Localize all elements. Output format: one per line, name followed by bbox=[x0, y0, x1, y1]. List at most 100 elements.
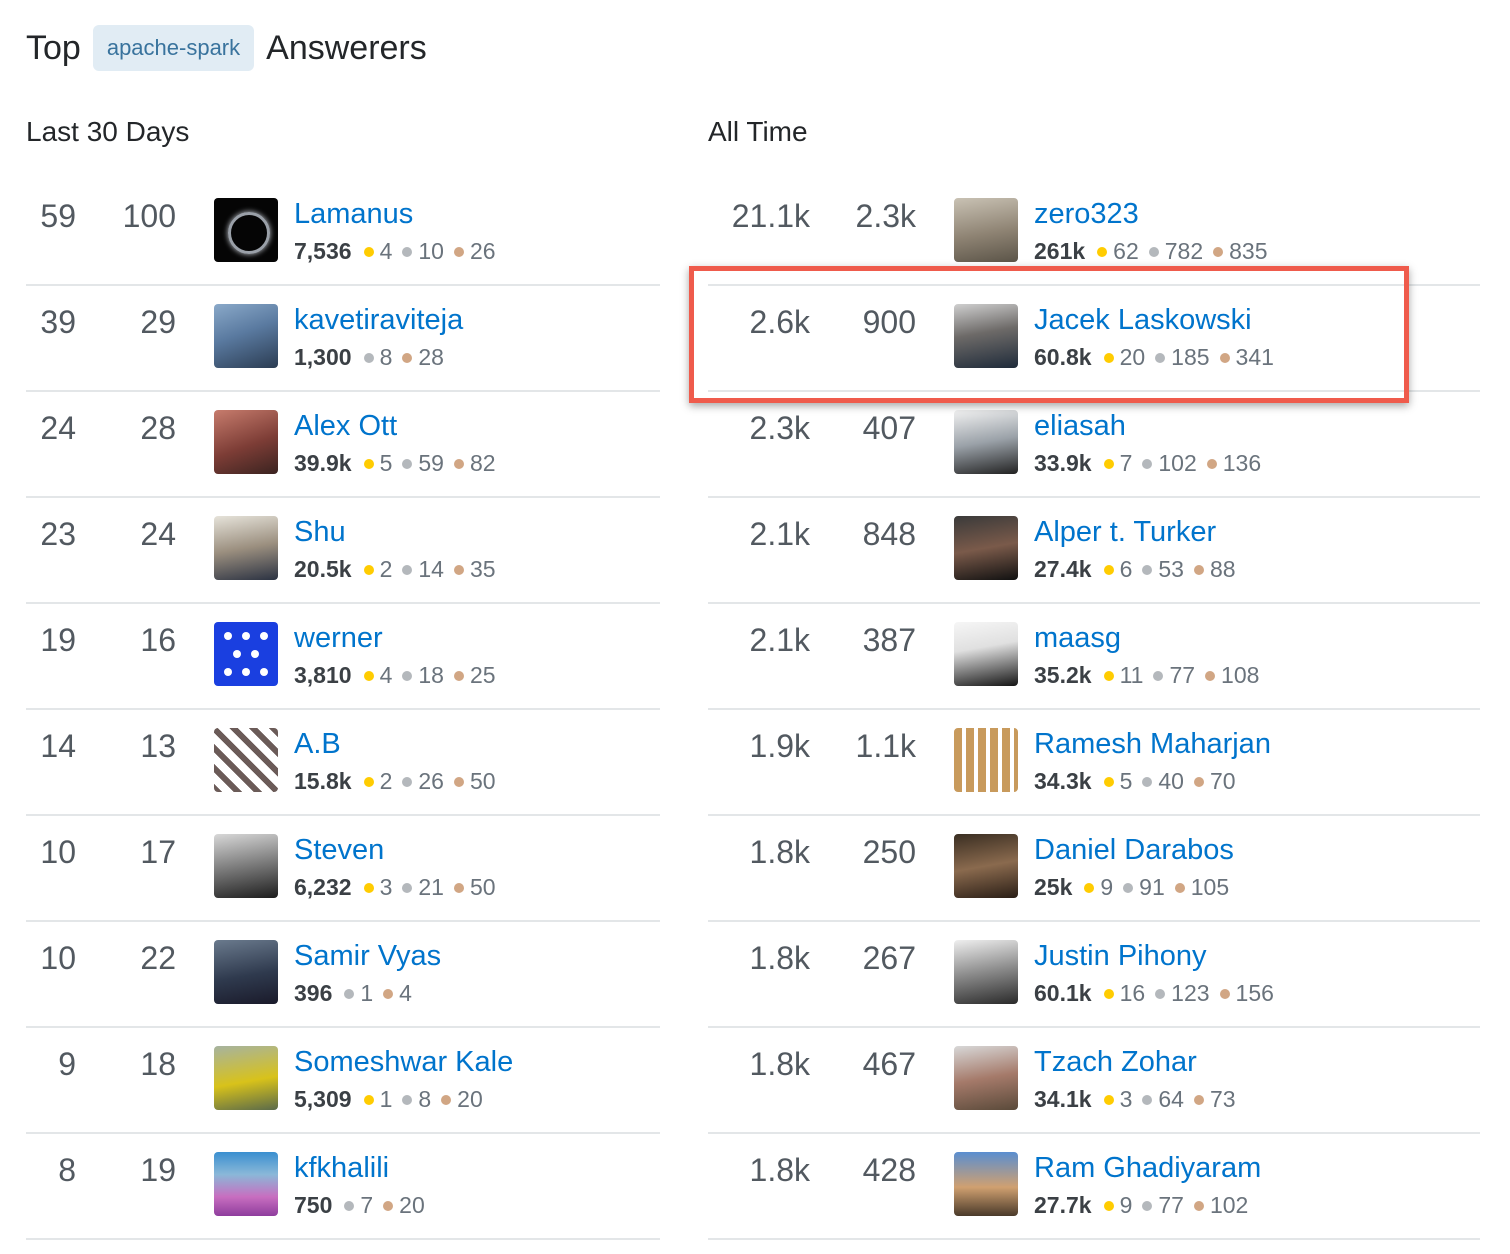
avatar[interactable] bbox=[214, 834, 278, 898]
user-name-link[interactable]: werner bbox=[294, 622, 383, 655]
avatar[interactable] bbox=[214, 198, 278, 262]
avatar[interactable] bbox=[954, 198, 1018, 262]
silver-badge-count: 14 bbox=[418, 556, 444, 582]
score-value: 10 bbox=[40, 834, 76, 870]
silver-badge-icon bbox=[1123, 882, 1134, 893]
user-name-link[interactable]: Shu bbox=[294, 516, 346, 549]
all-time-title: All Time bbox=[708, 116, 808, 147]
user-name-link[interactable]: Daniel Darabos bbox=[1034, 834, 1234, 867]
user-name-link[interactable]: Alper t. Turker bbox=[1034, 516, 1216, 549]
silver-badge-count: 64 bbox=[1158, 1086, 1184, 1112]
silver-badge: 59 bbox=[402, 450, 444, 477]
user-name-link[interactable]: Jacek Laskowski bbox=[1034, 304, 1252, 337]
user-name-link[interactable]: Ramesh Maharjan bbox=[1034, 728, 1271, 761]
avatar[interactable] bbox=[954, 940, 1018, 1004]
answer-count: 407 bbox=[862, 410, 916, 446]
user-stats: 60.1k 16 123 156 bbox=[1034, 980, 1284, 1007]
user-stats: 1,300 8 28 bbox=[294, 344, 454, 371]
silver-badge: 8 bbox=[402, 1086, 431, 1113]
user-name-link[interactable]: Someshwar Kale bbox=[294, 1046, 513, 1079]
bronze-badge-count: 50 bbox=[469, 768, 496, 794]
bronze-badge: 105 bbox=[1174, 874, 1229, 901]
avatar[interactable] bbox=[954, 1152, 1018, 1216]
silver-badge-icon bbox=[363, 352, 374, 363]
all-time-list: 21.1k 2.3k zero323 261k 62 782 835 2.6k 900 Jacek… bbox=[708, 180, 1480, 1240]
silver-badge-icon bbox=[1142, 776, 1153, 787]
bronze-badge-icon bbox=[453, 882, 464, 893]
reputation: 34.1k bbox=[1034, 1086, 1092, 1112]
silver-badge: 21 bbox=[402, 874, 444, 901]
user-row: 1.8k 467 Tzach Zohar 34.1k 3 64 73 bbox=[708, 1028, 1480, 1134]
avatar[interactable] bbox=[954, 410, 1018, 474]
avatar[interactable] bbox=[214, 1152, 278, 1216]
user-name-link[interactable]: Steven bbox=[294, 834, 384, 867]
user-name-link[interactable]: A.B bbox=[294, 728, 341, 761]
user-name-link[interactable]: kfkhalili bbox=[294, 1152, 389, 1185]
user-name-link[interactable]: maasg bbox=[1034, 622, 1121, 655]
user-name-link[interactable]: Tzach Zohar bbox=[1034, 1046, 1197, 1079]
user-name-link[interactable]: zero323 bbox=[1034, 198, 1139, 231]
last-30-days-list: 59 100 Lamanus 7,536 4 10 26 39 29 kavetiraviteja… bbox=[26, 180, 660, 1240]
reputation: 34.3k bbox=[1034, 768, 1092, 794]
user-row: 10 17 Steven 6,232 3 21 50 bbox=[26, 816, 660, 922]
user-name-link[interactable]: kavetiraviteja bbox=[294, 304, 463, 337]
gold-badge: 62 bbox=[1097, 238, 1139, 265]
avatar[interactable] bbox=[214, 728, 278, 792]
bronze-badge: 73 bbox=[1193, 1086, 1236, 1113]
user-name-link[interactable]: eliasah bbox=[1034, 410, 1126, 443]
user-name-link[interactable]: Alex Ott bbox=[294, 410, 397, 443]
bronze-badge-icon bbox=[1219, 988, 1230, 999]
user-name-link[interactable]: Samir Vyas bbox=[294, 940, 441, 973]
avatar[interactable] bbox=[214, 940, 278, 1004]
avatar[interactable] bbox=[954, 516, 1018, 580]
avatar[interactable] bbox=[954, 834, 1018, 898]
avatar[interactable] bbox=[214, 516, 278, 580]
silver-badge: 64 bbox=[1142, 1086, 1184, 1113]
user-stats: 5,309 1 8 20 bbox=[294, 1086, 493, 1113]
user-stats: 261k 62 782 835 bbox=[1034, 238, 1278, 265]
user-row: 19 16 werner 3,810 4 18 25 bbox=[26, 604, 660, 710]
silver-badge-count: 8 bbox=[379, 344, 393, 370]
avatar[interactable] bbox=[954, 622, 1018, 686]
bronze-badge: 50 bbox=[453, 768, 496, 795]
score-value: 21.1k bbox=[731, 198, 810, 234]
avatar[interactable] bbox=[214, 304, 278, 368]
score-value: 1.8k bbox=[749, 1152, 810, 1188]
user-row: 2.1k 387 maasg 35.2k 11 77 108 bbox=[708, 604, 1480, 710]
score-value: 2.3k bbox=[749, 410, 810, 446]
answer-count: 250 bbox=[862, 834, 916, 870]
avatar[interactable] bbox=[954, 304, 1018, 368]
silver-badge: 77 bbox=[1153, 662, 1195, 689]
gold-badge: 11 bbox=[1103, 662, 1143, 689]
user-stats: 60.8k 20 185 341 bbox=[1034, 344, 1284, 371]
silver-badge-icon bbox=[402, 776, 413, 787]
user-row: 14 13 A.B 15.8k 2 26 50 bbox=[26, 710, 660, 816]
avatar[interactable] bbox=[214, 622, 278, 686]
reputation: 1,300 bbox=[294, 344, 352, 370]
user-name-link[interactable]: Ram Ghadiyaram bbox=[1034, 1152, 1261, 1185]
gold-badge: 9 bbox=[1084, 874, 1113, 901]
user-row: 23 24 Shu 20.5k 2 14 35 bbox=[26, 498, 660, 604]
silver-badge: 123 bbox=[1155, 980, 1210, 1007]
gold-badge: 4 bbox=[363, 238, 392, 265]
user-name-link[interactable]: Justin Pihony bbox=[1034, 940, 1207, 973]
answer-count: 22 bbox=[140, 940, 176, 976]
reputation: 27.7k bbox=[1034, 1192, 1092, 1218]
tag-apache-spark[interactable]: apache-spark bbox=[92, 25, 255, 71]
gold-badge-icon bbox=[1097, 246, 1108, 257]
user-name-link[interactable]: Lamanus bbox=[294, 198, 413, 231]
bronze-badge: 156 bbox=[1219, 980, 1274, 1007]
avatar[interactable] bbox=[954, 1046, 1018, 1110]
silver-badge: 7 bbox=[344, 1192, 373, 1219]
avatar[interactable] bbox=[954, 728, 1018, 792]
silver-badge-count: 8 bbox=[418, 1086, 432, 1112]
gold-badge: 4 bbox=[363, 662, 392, 689]
gold-badge: 3 bbox=[1103, 1086, 1132, 1113]
score-value: 9 bbox=[58, 1046, 76, 1082]
avatar[interactable] bbox=[214, 1046, 278, 1110]
bronze-badge: 88 bbox=[1193, 556, 1236, 583]
silver-badge: 782 bbox=[1148, 238, 1203, 265]
gold-badge-icon bbox=[1103, 670, 1114, 681]
avatar[interactable] bbox=[214, 410, 278, 474]
score-value: 1.8k bbox=[749, 834, 810, 870]
